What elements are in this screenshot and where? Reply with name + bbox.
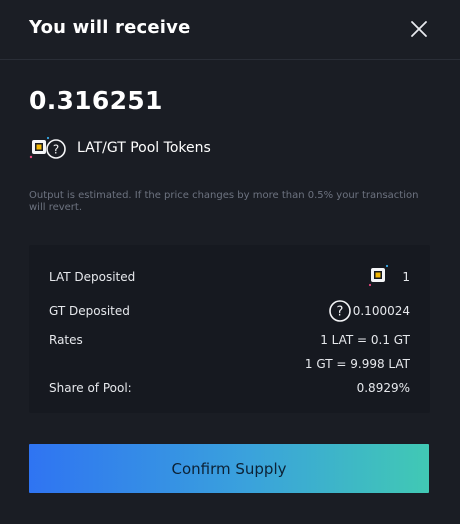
rate-lat-to-gt: 1 LAT = 0.1 GT: [320, 333, 410, 347]
lat-deposited-value: 1: [402, 270, 410, 284]
modal-header: You will receive: [0, 0, 460, 60]
deposit-details-panel: LAT Deposited 1 GT Deposited ? 0.100024 …: [29, 245, 430, 413]
slippage-note: Output is estimated. If the price change…: [29, 190, 419, 213]
pool-token-label: LAT/GT Pool Tokens: [77, 140, 211, 156]
confirm-supply-modal: You will receive 0.316251 ? LAT/GT Pool …: [0, 0, 460, 524]
share-of-pool-value: 0.8929%: [356, 381, 410, 395]
gt-deposited-value: 0.100024: [352, 304, 410, 318]
confirm-supply-label: Confirm Supply: [171, 459, 287, 478]
pool-token-icons: ?: [29, 136, 69, 162]
gt-unknown-token-icon: ?: [46, 139, 66, 159]
pool-token-row: ? LAT/GT Pool Tokens: [29, 136, 329, 162]
svg-text:?: ?: [337, 305, 344, 320]
close-button[interactable]: [404, 14, 434, 44]
lat-token-icon: [368, 264, 389, 287]
confirm-supply-button[interactable]: Confirm Supply: [29, 444, 429, 493]
gt-deposited-label: GT Deposited: [49, 304, 130, 318]
close-icon: [411, 21, 427, 37]
rates-label: Rates: [49, 333, 83, 347]
share-of-pool-label: Share of Pool:: [49, 381, 132, 395]
receive-amount: 0.316251: [29, 86, 163, 115]
svg-text:?: ?: [53, 143, 59, 157]
modal-title: You will receive: [29, 17, 191, 38]
rate-gt-to-lat: 1 GT = 9.998 LAT: [304, 357, 410, 371]
lat-deposited-label: LAT Deposited: [49, 270, 136, 284]
gt-unknown-token-icon: ?: [329, 300, 351, 322]
